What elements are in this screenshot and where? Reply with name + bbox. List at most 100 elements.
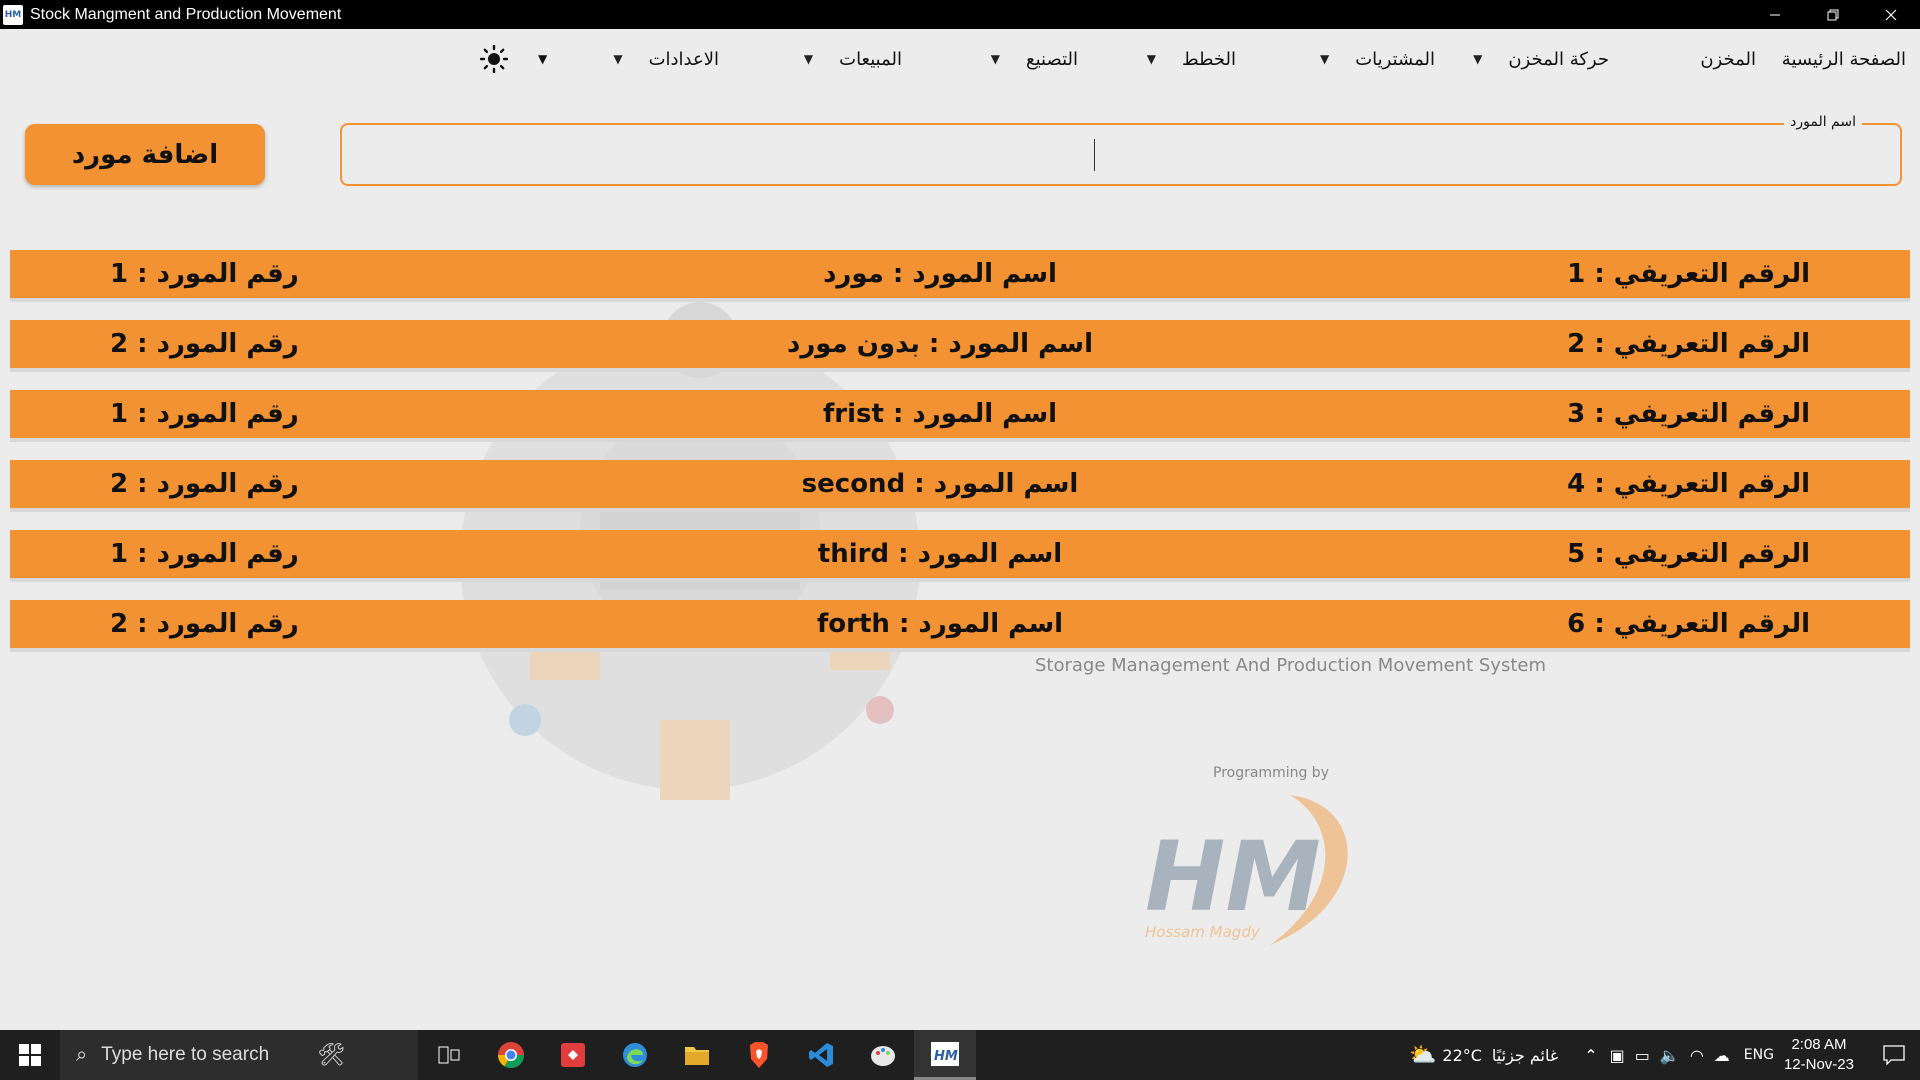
search-placeholder: Type here to search — [101, 1044, 270, 1065]
supplier-id: الرقم التعريفي : 1 — [1567, 259, 1810, 289]
supplier-id: الرقم التعريفي : 3 — [1567, 399, 1810, 429]
volume-icon[interactable]: 🔈 — [1660, 1046, 1680, 1065]
language-indicator[interactable]: ENG — [1744, 1047, 1774, 1063]
search-highlight-icon: 🛠 — [317, 1042, 346, 1067]
list-item[interactable]: الرقم التعريفي : 4 اسم المورد : second ر… — [10, 460, 1910, 508]
menu-home[interactable]: الصفحة الرئيسية — [1782, 47, 1906, 71]
menu-settings[interactable]: الاعدادات ▼ — [613, 47, 719, 71]
list-item[interactable]: الرقم التعريفي : 2 اسم المورد : بدون مور… — [10, 320, 1910, 368]
chevron-down-icon: ▼ — [613, 52, 623, 66]
supplier-id: الرقم التعريفي : 2 — [1567, 329, 1810, 359]
add-supplier-button[interactable]: اضافة مورد — [25, 124, 265, 185]
menu-purchases[interactable]: المشتريات ▼ — [1320, 47, 1435, 71]
menu-stock-movement-label: حركة المخزن — [1508, 48, 1609, 70]
clock-date: 12-Nov-23 — [1783, 1056, 1854, 1073]
taskbar-edge[interactable] — [604, 1030, 666, 1080]
window-title: Stock Mangment and Production Movement — [30, 5, 342, 23]
supplier-id: الرقم التعريفي : 5 — [1567, 539, 1810, 569]
menu-sales-label: المبيعات — [839, 48, 902, 70]
window-titlebar: HM Stock Mangment and Production Movemen… — [0, 0, 1920, 29]
supplier-name: اسم المورد : frist — [822, 399, 1058, 429]
onedrive-icon[interactable]: ☁ — [1714, 1046, 1730, 1065]
list-item[interactable]: الرقم التعريفي : 1 اسم المورد : مورد رقم… — [10, 250, 1910, 298]
supplier-number: رقم المورد : 2 — [110, 469, 299, 499]
menu-sales[interactable]: المبيعات ▼ — [804, 47, 902, 71]
supplier-number: رقم المورد : 1 — [110, 399, 299, 429]
windows-taskbar: ⌕ Type here to search 🛠 HM ⛅ 22°C غائم ج… — [0, 1030, 1920, 1080]
supplier-id: الرقم التعريفي : 6 — [1567, 609, 1810, 639]
logo-author: Hossam Magdy — [1145, 923, 1261, 941]
weather-text[interactable]: غائم جزئيًا — [1492, 1046, 1558, 1065]
list-item[interactable]: الرقم التعريفي : 6 اسم المورد : forth رق… — [10, 600, 1910, 648]
hm-app-icon: HM — [931, 1041, 959, 1066]
supplier-name-input[interactable] — [342, 125, 1904, 186]
supplier-name: اسم المورد : مورد — [823, 259, 1057, 289]
taskbar-paint[interactable] — [852, 1030, 914, 1080]
supplier-name: اسم المورد : forth — [816, 609, 1064, 639]
hm-logo: HM Hossam Magdy — [1145, 795, 1348, 945]
supplier-number: رقم المورد : 1 — [110, 539, 299, 569]
taskbar-app-red[interactable] — [542, 1030, 604, 1080]
close-icon — [1885, 9, 1897, 20]
taskbar-stock-app[interactable]: HM — [914, 1030, 976, 1080]
restore-button[interactable] — [1804, 0, 1862, 29]
menu-manufacturing[interactable]: التصنيع ▼ — [991, 47, 1078, 71]
clock-time: 2:08 AM — [1791, 1036, 1847, 1053]
minimize-button[interactable] — [1746, 0, 1804, 29]
search-icon: ⌕ — [76, 1043, 88, 1066]
taskbar-vscode[interactable] — [790, 1030, 852, 1080]
taskbar-file-explorer[interactable] — [666, 1030, 728, 1080]
folder-icon — [685, 1047, 709, 1065]
list-item[interactable]: الرقم التعريفي : 5 اسم المورد : third رق… — [10, 530, 1910, 578]
chevron-down-icon: ▼ — [1320, 52, 1330, 66]
programming-by: Programming by — [1213, 765, 1329, 781]
main-menu: الصفحة الرئيسية المخزن حركة المخزن ▼ الم… — [0, 29, 1920, 89]
clock[interactable]: 2:08 AM 12-Nov-23 — [1784, 1035, 1854, 1075]
supplier-number: رقم المورد : 2 — [110, 609, 299, 639]
system-tray: ⛅ 22°C غائم جزئيًا ⌃ ▣ ▭ 🔈 ◠ ☁ ENG 2:08 … — [1409, 1030, 1920, 1080]
menu-plans-label: الخطط — [1182, 48, 1236, 70]
start-button[interactable] — [0, 1030, 60, 1080]
menu-plans[interactable]: الخطط ▼ — [1147, 47, 1236, 71]
supplier-id: الرقم التعريفي : 4 — [1567, 469, 1810, 499]
menu-stock-label: المخزن — [1700, 48, 1756, 70]
taskbar-brave[interactable] — [728, 1030, 790, 1080]
chevron-down-icon: ▼ — [538, 52, 548, 66]
theme-toggle[interactable]: ▼ — [480, 45, 548, 73]
menu-home-label: الصفحة الرئيسية — [1781, 48, 1906, 70]
weather-temp[interactable]: 22°C — [1442, 1046, 1482, 1065]
notification-button[interactable] — [1868, 1045, 1920, 1065]
app-icon: HM — [3, 4, 23, 25]
supplier-number: رقم المورد : 1 — [110, 259, 299, 289]
windows-icon — [19, 1044, 41, 1066]
supplier-name: اسم المورد : بدون مورد — [786, 329, 1094, 359]
list-item[interactable]: الرقم التعريفي : 3 اسم المورد : frist رق… — [10, 390, 1910, 438]
supplier-name-field: اسم المورد — [340, 114, 1904, 186]
menu-purchases-label: المشتريات — [1355, 48, 1435, 70]
edge-icon — [623, 1043, 647, 1067]
sun-icon — [480, 45, 508, 73]
task-view-icon — [438, 1046, 460, 1064]
restore-icon — [1827, 9, 1839, 20]
chrome-icon — [497, 1042, 525, 1069]
device-icon[interactable]: ▣ — [1610, 1046, 1625, 1065]
supplier-list: الرقم التعريفي : 1 اسم المورد : مورد رقم… — [10, 250, 1910, 670]
chevron-up-icon[interactable]: ⌃ — [1584, 1046, 1597, 1065]
wifi-icon[interactable]: ◠ — [1690, 1046, 1704, 1065]
battery-icon[interactable]: ▭ — [1635, 1046, 1650, 1065]
brave-icon — [750, 1042, 768, 1068]
palette-icon — [871, 1046, 895, 1066]
close-button[interactable] — [1862, 0, 1920, 29]
task-view-button[interactable] — [418, 1030, 480, 1080]
chevron-down-icon: ▼ — [803, 52, 814, 66]
menu-stock[interactable]: المخزن — [1700, 47, 1756, 71]
svg-text:HM: HM — [934, 1049, 958, 1064]
menu-stock-movement[interactable]: حركة المخزن ▼ — [1473, 47, 1609, 71]
window-controls — [1746, 0, 1920, 29]
supplier-number: رقم المورد : 2 — [110, 329, 299, 359]
text-cursor — [1094, 139, 1095, 171]
chevron-down-icon: ▼ — [1146, 52, 1157, 66]
weather-icon: ⛅ — [1408, 1042, 1437, 1068]
taskbar-chrome[interactable] — [480, 1030, 542, 1080]
taskbar-search[interactable]: ⌕ Type here to search 🛠 — [60, 1030, 418, 1080]
